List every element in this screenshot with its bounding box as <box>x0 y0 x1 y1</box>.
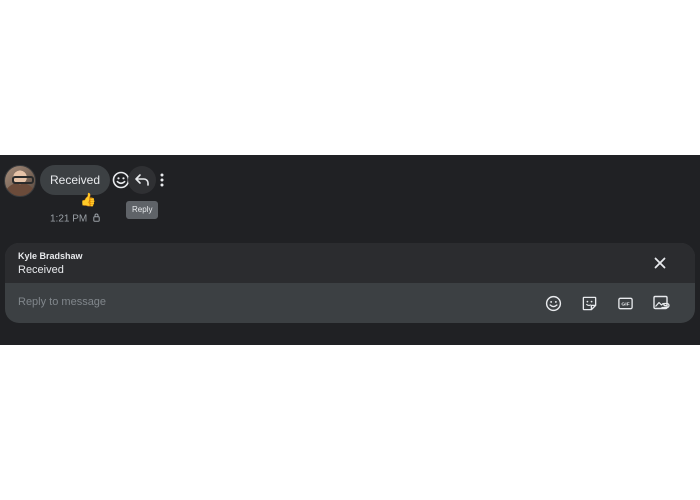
reply-icon <box>135 174 149 186</box>
reply-composer: Kyle Bradshaw Received Reply to message … <box>5 243 695 323</box>
quote-text: Received <box>18 264 64 276</box>
quoted-message: Kyle Bradshaw Received <box>5 243 695 283</box>
sticker-button[interactable] <box>578 292 600 314</box>
close-icon <box>654 257 666 269</box>
message-text: Received <box>50 173 101 187</box>
emoji-icon <box>545 295 561 311</box>
more-options-button[interactable] <box>150 167 174 193</box>
message-timestamp: 1:21 PM <box>50 213 100 225</box>
gif-icon: GIF <box>617 297 633 309</box>
gif-label: GIF <box>621 301 629 307</box>
avatar[interactable] <box>4 165 36 197</box>
attach-image-button[interactable] <box>650 292 672 314</box>
emoji-button[interactable] <box>542 292 564 314</box>
cancel-reply-button[interactable] <box>651 254 669 272</box>
reaction-badge[interactable]: 👍 <box>80 193 96 207</box>
message-bubble[interactable]: Received <box>40 165 111 195</box>
image-icon <box>653 295 670 310</box>
more-vert-icon <box>160 173 164 187</box>
gif-button[interactable]: GIF <box>614 292 636 314</box>
timestamp-text: 1:21 PM <box>50 213 88 225</box>
quote-author: Kyle Bradshaw <box>18 251 83 261</box>
reply-input[interactable] <box>18 291 418 313</box>
reply-tooltip: Reply <box>126 201 159 219</box>
sticker-icon <box>582 296 596 310</box>
chat-screen: Received 👍 1:21 PM Reply Kyle Bradshaw R… <box>0 155 700 345</box>
lock-icon <box>93 213 100 225</box>
